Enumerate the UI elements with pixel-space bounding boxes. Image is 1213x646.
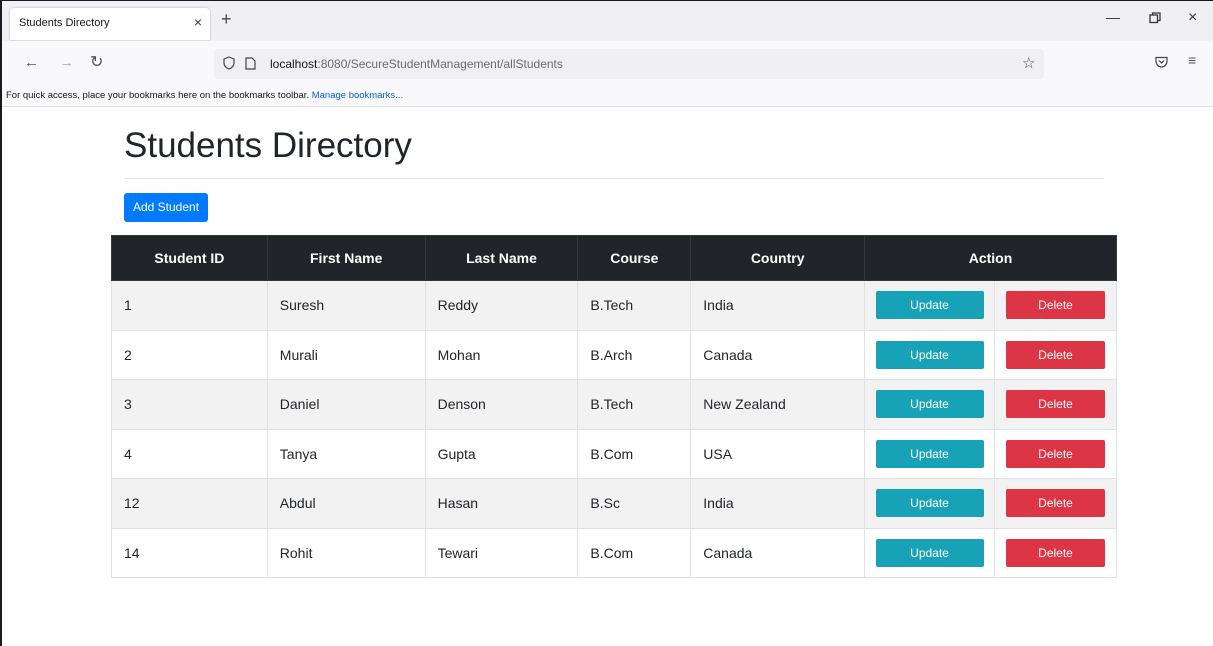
delete-cell: Delete bbox=[994, 329, 1117, 380]
cell-country: India bbox=[690, 478, 866, 529]
cell-course: B.Com bbox=[577, 428, 692, 479]
update-button[interactable]: Update bbox=[875, 340, 984, 369]
cell-course: B.Sc bbox=[577, 478, 692, 529]
header-course: Course bbox=[577, 235, 692, 281]
minimize-icon[interactable]: — bbox=[1106, 9, 1120, 25]
delete-cell: Delete bbox=[994, 428, 1117, 479]
table-row: 14 Rohit Tewari B.Com Canada Update Dele… bbox=[111, 527, 1117, 578]
cell-first-name: Tanya bbox=[266, 428, 426, 479]
delete-cell: Delete bbox=[994, 379, 1117, 430]
navigation-bar: ← → ↻ localhost:8080/SecureStudentManage… bbox=[2, 41, 1213, 87]
pocket-icon[interactable] bbox=[1155, 55, 1168, 73]
cell-country: New Zealand bbox=[690, 379, 866, 430]
cell-student-id: 3 bbox=[111, 379, 268, 430]
table-row: 12 Abdul Hasan B.Sc India Update Delete bbox=[111, 478, 1117, 529]
table-header-row: Student ID First Name Last Name Course C… bbox=[111, 235, 1117, 281]
url-path: :8080/SecureStudentManagement/allStudent… bbox=[317, 57, 563, 71]
close-window-icon[interactable]: × bbox=[1188, 9, 1197, 27]
cell-course: B.Com bbox=[577, 527, 692, 578]
restore-icon[interactable] bbox=[1149, 11, 1161, 27]
update-cell: Update bbox=[864, 379, 995, 430]
update-button[interactable]: Update bbox=[875, 489, 984, 518]
delete-button[interactable]: Delete bbox=[1006, 439, 1105, 468]
update-cell: Update bbox=[864, 280, 995, 331]
table-row: 1 Suresh Reddy B.Tech India Update Delet… bbox=[111, 280, 1117, 331]
cell-first-name: Rohit bbox=[266, 527, 426, 578]
page-icon bbox=[245, 57, 256, 75]
table-row: 4 Tanya Gupta B.Com USA Update Delete bbox=[111, 428, 1117, 479]
cell-last-name: Gupta bbox=[424, 428, 579, 479]
cell-first-name: Daniel bbox=[266, 379, 426, 430]
cell-student-id: 12 bbox=[111, 478, 268, 529]
url-bar[interactable]: localhost:8080/SecureStudentManagement/a… bbox=[214, 49, 1044, 79]
url-text[interactable]: localhost:8080/SecureStudentManagement/a… bbox=[270, 57, 563, 71]
title-divider bbox=[124, 178, 1104, 179]
tab-title: Students Directory bbox=[19, 17, 110, 29]
bookmarks-toolbar: For quick access, place your bookmarks h… bbox=[2, 87, 1213, 107]
table-row: 2 Murali Mohan B.Arch Canada Update Dele… bbox=[111, 329, 1117, 380]
header-student-id: Student ID bbox=[111, 235, 268, 281]
update-button[interactable]: Update bbox=[875, 538, 984, 567]
bookmarks-hint-text: For quick access, place your bookmarks h… bbox=[6, 90, 312, 101]
delete-cell: Delete bbox=[994, 478, 1117, 529]
cell-student-id: 14 bbox=[111, 527, 268, 578]
cell-country: Canada bbox=[690, 527, 866, 578]
bookmarks-hint: For quick access, place your bookmarks h… bbox=[6, 90, 403, 101]
cell-first-name: Murali bbox=[266, 329, 426, 380]
cell-first-name: Suresh bbox=[266, 280, 426, 331]
delete-button[interactable]: Delete bbox=[1006, 390, 1105, 419]
page-content: Students Directory Add Student Student I… bbox=[2, 108, 1213, 646]
update-button[interactable]: Update bbox=[875, 291, 984, 320]
delete-cell: Delete bbox=[994, 527, 1117, 578]
delete-button[interactable]: Delete bbox=[1006, 489, 1105, 518]
update-cell: Update bbox=[864, 478, 995, 529]
students-table: Student ID First Name Last Name Course C… bbox=[111, 235, 1117, 578]
url-host: localhost bbox=[270, 57, 318, 71]
cell-student-id: 4 bbox=[111, 428, 268, 479]
cell-first-name: Abdul bbox=[266, 478, 426, 529]
back-icon[interactable]: ← bbox=[24, 54, 39, 71]
menu-icon[interactable]: ≡ bbox=[1188, 52, 1196, 68]
table-row: 3 Daniel Denson B.Tech New Zealand Updat… bbox=[111, 379, 1117, 430]
update-cell: Update bbox=[864, 329, 995, 380]
tab-strip: Students Directory × + — × bbox=[2, 1, 1213, 41]
tab-close-icon[interactable]: × bbox=[194, 14, 202, 30]
cell-student-id: 1 bbox=[111, 280, 268, 331]
cell-last-name: Mohan bbox=[424, 329, 579, 380]
update-button[interactable]: Update bbox=[875, 439, 984, 468]
cell-country: Canada bbox=[690, 329, 866, 380]
cell-last-name: Denson bbox=[424, 379, 579, 430]
cell-last-name: Reddy bbox=[424, 280, 579, 331]
update-cell: Update bbox=[864, 527, 995, 578]
header-first-name: First Name bbox=[266, 235, 426, 281]
update-button[interactable]: Update bbox=[875, 390, 984, 419]
cell-course: B.Arch bbox=[577, 329, 692, 380]
browser-window: Students Directory × + — × ← → ↻ localho… bbox=[0, 0, 1213, 646]
delete-button[interactable]: Delete bbox=[1006, 291, 1105, 320]
cell-country: USA bbox=[690, 428, 866, 479]
manage-bookmarks-link[interactable]: Manage bookmarks... bbox=[312, 90, 403, 101]
update-cell: Update bbox=[864, 428, 995, 479]
header-action: Action bbox=[864, 235, 1117, 281]
bookmark-star-icon[interactable]: ☆ bbox=[1022, 54, 1035, 72]
browser-tab[interactable]: Students Directory × bbox=[10, 8, 210, 40]
add-student-button[interactable]: Add Student bbox=[124, 193, 208, 222]
cell-student-id: 2 bbox=[111, 329, 268, 380]
delete-button[interactable]: Delete bbox=[1006, 340, 1105, 369]
delete-button[interactable]: Delete bbox=[1006, 538, 1105, 567]
reload-icon[interactable]: ↻ bbox=[90, 52, 103, 72]
header-last-name: Last Name bbox=[424, 235, 579, 281]
header-country: Country bbox=[690, 235, 866, 281]
cell-course: B.Tech bbox=[577, 280, 692, 331]
cell-country: India bbox=[690, 280, 866, 331]
shield-icon[interactable] bbox=[223, 56, 235, 75]
page-title: Students Directory bbox=[124, 126, 412, 165]
cell-course: B.Tech bbox=[577, 379, 692, 430]
delete-cell: Delete bbox=[994, 280, 1117, 331]
forward-icon[interactable]: → bbox=[59, 54, 74, 71]
cell-last-name: Tewari bbox=[424, 527, 579, 578]
cell-last-name: Hasan bbox=[424, 478, 579, 529]
new-tab-icon[interactable]: + bbox=[221, 10, 232, 28]
